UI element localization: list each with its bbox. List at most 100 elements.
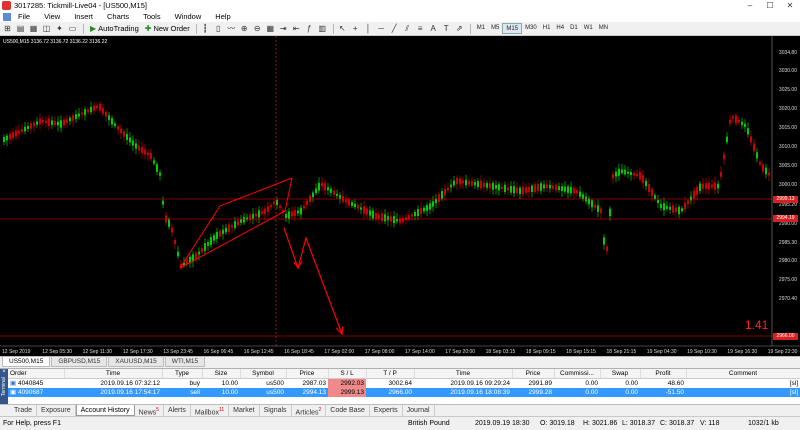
timeframe-m30[interactable]: M30 bbox=[522, 23, 540, 34]
time-axis-label: 17 Sep 08:00 bbox=[364, 349, 395, 355]
col-profit[interactable]: Profit bbox=[640, 369, 687, 379]
text-icon[interactable]: A bbox=[428, 24, 439, 34]
tab-news[interactable]: News5 bbox=[135, 405, 164, 416]
candle-body bbox=[453, 180, 455, 186]
horizontal-line-icon[interactable]: ─ bbox=[376, 24, 387, 34]
menu-view[interactable]: View bbox=[37, 12, 67, 21]
menu-insert[interactable]: Insert bbox=[67, 12, 100, 21]
cursor-icon[interactable]: ↖ bbox=[337, 24, 348, 34]
candle-body bbox=[612, 173, 614, 179]
candle-body bbox=[483, 182, 485, 188]
table-row[interactable]: ▣ 4090687 2019.09.16 17:54:17 sell 10.00… bbox=[8, 388, 800, 397]
col-price[interactable]: Price bbox=[286, 369, 329, 379]
tab-code-base[interactable]: Code Base bbox=[326, 405, 370, 416]
col-time[interactable]: Time bbox=[64, 369, 163, 379]
navigator-icon[interactable]: ✦ bbox=[54, 24, 65, 34]
tab-journal[interactable]: Journal bbox=[403, 405, 435, 416]
minimize-icon[interactable]: – bbox=[740, 1, 760, 10]
col-order[interactable]: Order bbox=[8, 369, 65, 379]
price-chart[interactable]: US500,M15 3136.72 3136.72 3136.22 3136.2… bbox=[0, 36, 800, 356]
order-cell: ▣ 4040845 bbox=[8, 379, 64, 389]
timeframe-h4[interactable]: H4 bbox=[553, 23, 567, 34]
text-label-icon[interactable]: T bbox=[441, 24, 452, 34]
upper-line-tag: 2999.13 bbox=[773, 196, 798, 203]
candle-body bbox=[339, 195, 341, 199]
tab-experts[interactable]: Experts bbox=[370, 405, 403, 416]
bar-volume: V: 118 bbox=[700, 420, 720, 427]
terminal-close-icon[interactable]: × bbox=[0, 369, 8, 376]
zoom-in-icon[interactable]: ⊕ bbox=[239, 24, 250, 34]
profit-cell: -51.50 bbox=[640, 388, 686, 397]
table-row[interactable]: ▣ 4040845 2019.09.16 07:32:12 buy 10.00 … bbox=[8, 378, 800, 389]
timeframe-d1[interactable]: D1 bbox=[567, 23, 581, 34]
close-icon[interactable]: ✕ bbox=[780, 1, 800, 10]
profit-readout: 1.41 bbox=[745, 318, 769, 332]
timeframe-w1[interactable]: W1 bbox=[581, 23, 596, 34]
candle-body bbox=[474, 182, 476, 186]
crosshair-icon[interactable]: + bbox=[350, 24, 361, 34]
fibonacci-icon[interactable]: ≡ bbox=[415, 24, 426, 34]
indicators-icon[interactable]: ƒ bbox=[304, 24, 315, 34]
candle-body bbox=[618, 168, 620, 176]
candle-body bbox=[435, 198, 437, 204]
candlestick-icon[interactable]: ▯ bbox=[213, 24, 224, 34]
zoom-out-icon[interactable]: ⊖ bbox=[252, 24, 263, 34]
menu-charts[interactable]: Charts bbox=[100, 12, 136, 21]
candle-body bbox=[546, 184, 548, 189]
menu-help[interactable]: Help bbox=[208, 12, 237, 21]
vertical-line-icon[interactable]: │ bbox=[363, 24, 374, 34]
col-symbol[interactable]: Symbol bbox=[240, 369, 287, 379]
candle-body bbox=[24, 126, 26, 132]
tab-alerts[interactable]: Alerts bbox=[164, 405, 191, 416]
new-chart-icon[interactable]: ⊞ bbox=[2, 24, 13, 34]
trendline-icon[interactable]: ╱ bbox=[389, 24, 400, 34]
col-sl[interactable]: S / L bbox=[328, 369, 367, 379]
line-chart-icon[interactable]: 〰 bbox=[226, 24, 237, 34]
tile-windows-icon[interactable]: ▦ bbox=[265, 24, 276, 34]
new-order-button[interactable]: ✚ New Order bbox=[142, 23, 193, 34]
auto-scroll-icon[interactable]: ⇥ bbox=[278, 24, 289, 34]
col-comment[interactable]: Comment bbox=[686, 369, 800, 379]
autotrading-button[interactable]: ▶ AutoTrading bbox=[87, 23, 142, 34]
timeframe-m1[interactable]: M1 bbox=[474, 23, 488, 34]
col-commission[interactable]: Commissi... bbox=[554, 369, 601, 379]
col-tp[interactable]: T / P bbox=[366, 369, 415, 379]
timeframe-mn[interactable]: MN bbox=[596, 23, 611, 34]
tab-mailbox[interactable]: Mailbox11 bbox=[191, 405, 230, 416]
timeframe-h1[interactable]: H1 bbox=[540, 23, 554, 34]
arrows-icon[interactable]: ⇗ bbox=[454, 24, 465, 34]
maximize-icon[interactable]: ☐ bbox=[760, 1, 780, 10]
col-close-price[interactable]: Price bbox=[512, 369, 555, 379]
profiles-icon[interactable]: ▤ bbox=[15, 24, 26, 34]
symbol-tab-gbpusd[interactable]: GBPUSD,M15 bbox=[51, 357, 108, 367]
menu-window[interactable]: Window bbox=[168, 12, 209, 21]
candle-body bbox=[249, 214, 251, 221]
templates-icon[interactable]: ▥ bbox=[317, 24, 328, 34]
tab-exposure[interactable]: Exposure bbox=[37, 405, 76, 416]
chart-shift-icon[interactable]: ⇤ bbox=[291, 24, 302, 34]
symbol-tab-xauusd[interactable]: XAUUSD,M15 bbox=[108, 357, 164, 367]
symbol-tab-wti[interactable]: WTI,M15 bbox=[164, 357, 206, 367]
col-close-time[interactable]: Time bbox=[414, 369, 513, 379]
tab-articles[interactable]: Articles2 bbox=[292, 405, 327, 416]
data-window-icon[interactable]: ◫ bbox=[41, 24, 52, 34]
tab-market[interactable]: Market bbox=[229, 405, 260, 416]
menu-tools[interactable]: Tools bbox=[136, 12, 168, 21]
tab-account-history[interactable]: Account History bbox=[75, 405, 135, 416]
menu-file[interactable]: File bbox=[11, 12, 37, 21]
col-swap[interactable]: Swap bbox=[600, 369, 641, 379]
timeframe-m15[interactable]: M15 bbox=[502, 23, 523, 34]
tab-trade[interactable]: Trade bbox=[10, 405, 38, 416]
timeframe-m5[interactable]: M5 bbox=[488, 23, 502, 34]
sl-cell: 2999.13 bbox=[328, 388, 366, 397]
terminal-icon[interactable]: ▭ bbox=[67, 24, 78, 34]
candle-body bbox=[333, 190, 335, 195]
symbol-tab-us500[interactable]: US500,M15 bbox=[2, 357, 51, 367]
col-type[interactable]: Type bbox=[162, 369, 203, 379]
col-size[interactable]: Size bbox=[202, 369, 241, 379]
tab-signals[interactable]: Signals bbox=[260, 405, 292, 416]
candle-body bbox=[48, 118, 50, 127]
market-watch-icon[interactable]: ▦ bbox=[28, 24, 39, 34]
equidistant-channel-icon[interactable]: ⫽ bbox=[402, 24, 413, 34]
bar-chart-icon[interactable]: ┇ bbox=[200, 24, 211, 34]
